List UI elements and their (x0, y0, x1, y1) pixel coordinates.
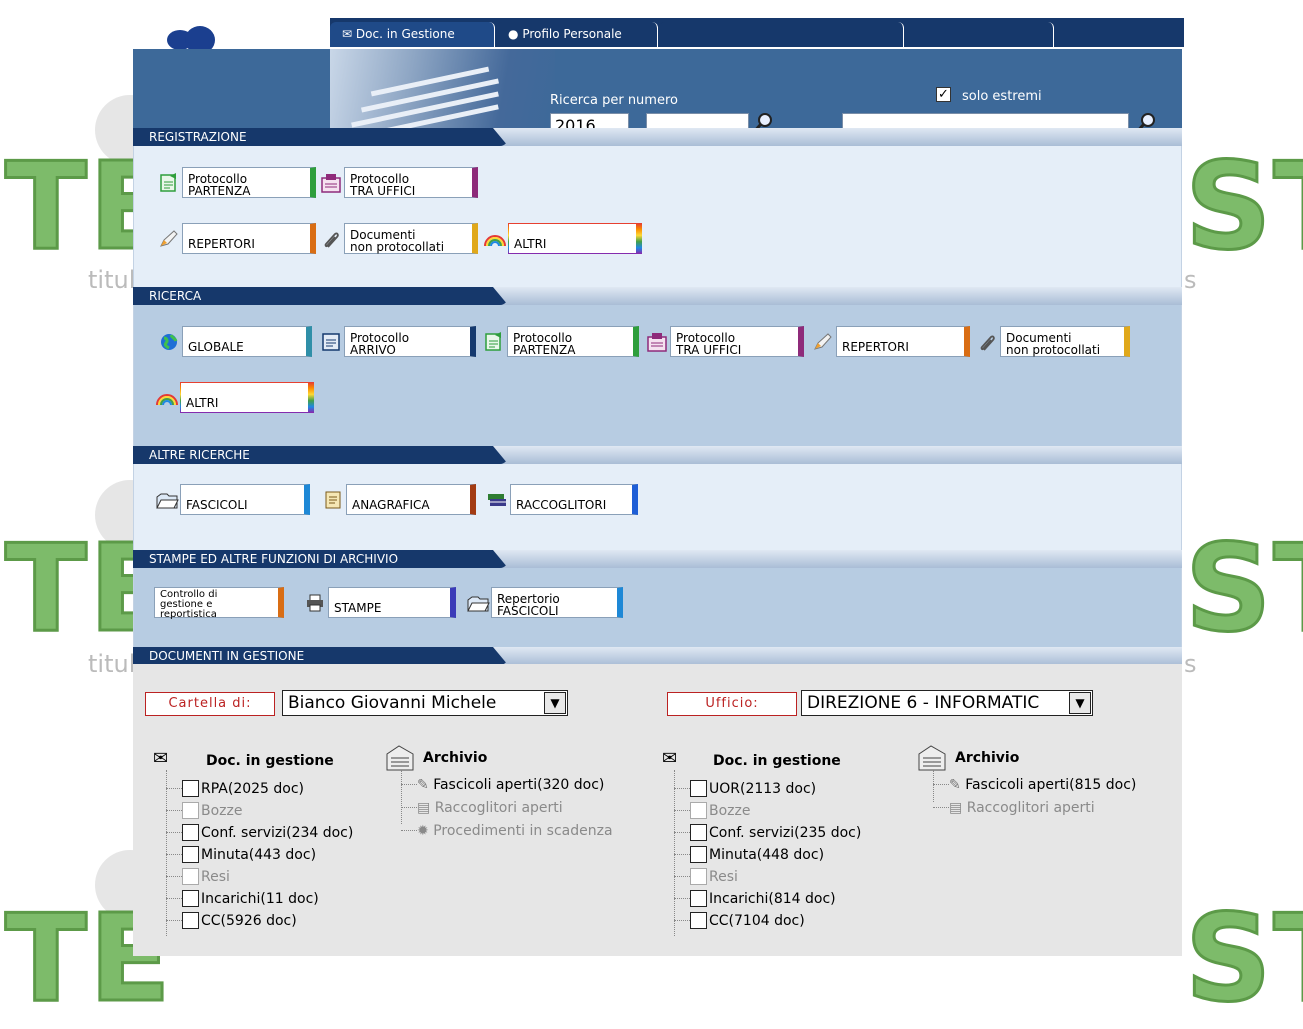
pencil-icon (156, 223, 182, 254)
binder-icon: ▤ (949, 800, 963, 816)
section-header-altre-ricerche: ALTRE RICERCHE (133, 446, 1182, 464)
cartella-label: Cartella di: (145, 692, 275, 716)
section-header-ricerca: RICERCA (133, 287, 1182, 305)
tab-empty-2[interactable] (905, 22, 1054, 47)
ricerca-fascicoli-button[interactable]: FASCICOLI (154, 484, 310, 515)
doc-out-icon (156, 167, 182, 198)
archive-icon (386, 745, 414, 771)
gear-icon: ✹ (417, 823, 429, 839)
ricerca-globale-button[interactable]: GLOBALE (156, 326, 312, 357)
folder-icon (465, 587, 491, 618)
ricerca-documenti-non-protocollati-button[interactable]: Documenti non protocollati (974, 326, 1130, 357)
doc-in-icon (318, 326, 344, 357)
solo-estremi-checkbox[interactable]: ✓ (936, 87, 951, 102)
section-altre-ricerche: FASCICOLI ANAGRAFICA RACCOGLITORI (133, 464, 1182, 550)
ufficio-item-incarichi[interactable]: Incarichi(814 doc) (674, 889, 836, 909)
rainbow-icon (154, 382, 180, 413)
cartella-item-conf-servizi[interactable]: Conf. servizi(234 doc) (166, 823, 353, 843)
ricerca-altri-button[interactable]: ALTRI (154, 382, 314, 413)
doc-internal-icon (644, 326, 670, 357)
ricerca-protocollo-tra-uffici-button[interactable]: Protocollo TRA UFFICI (644, 326, 804, 357)
address-book-icon (320, 484, 346, 515)
cartella-raccoglitori-aperti[interactable]: ▤ Raccoglitori aperti (401, 798, 563, 818)
folder-icon (154, 484, 180, 515)
envelope-icon: ✉ (662, 748, 678, 769)
cartella-item-resi[interactable]: Resi (166, 867, 230, 887)
cartella-item-minuta[interactable]: Minuta(443 doc) (166, 845, 316, 865)
ufficio-item-minuta[interactable]: Minuta(448 doc) (674, 845, 824, 865)
tab-profilo-personale[interactable]: ‎● Profilo Personale (496, 22, 658, 47)
ufficio-fascicoli-aperti[interactable]: ✎ Fascicoli aperti(815 doc) (933, 775, 1136, 795)
cartella-item-bozze[interactable]: Bozze (166, 801, 242, 821)
repertorio-fascicoli-button[interactable]: Repertorio FASCICOLI (465, 587, 623, 618)
registra-altri-button[interactable]: ALTRI (482, 223, 642, 254)
cartella-archivio-heading: Archivio (423, 750, 488, 766)
section-stampe: Controllo di gestione e reportistica STAM… (133, 568, 1182, 650)
ricerca-protocollo-arrivo-button[interactable]: Protocollo ARRIVO (318, 326, 476, 357)
ricerca-protocollo-partenza-button[interactable]: Protocollo PARTENZA (481, 326, 639, 357)
section-header-stampe: STAMPE ED ALTRE FUNZIONI DI ARCHIVIO (133, 550, 1182, 568)
binder-icon: ▤ (417, 800, 431, 816)
solo-estremi-label: solo estremi (962, 89, 1042, 104)
section-ricerca: GLOBALE Protocollo ARRIVO Protocollo PARTE… (133, 305, 1182, 446)
registra-repertori-button[interactable]: REPERTORI (156, 223, 316, 254)
ufficio-item-cc[interactable]: CC(7104 doc) (674, 911, 805, 931)
binder-icon (484, 484, 510, 515)
chevron-down-icon[interactable]: ▼ (544, 692, 566, 714)
doc-internal-icon (318, 167, 344, 198)
paperclip-icon (318, 223, 344, 254)
cartella-select[interactable]: Bianco Giovanni Michele ▼ (282, 690, 568, 716)
cartella-item-cc[interactable]: CC(5926 doc) (166, 911, 297, 931)
cartella-doc-heading: Doc. in gestione (206, 753, 334, 769)
section-header-documenti: DOCUMENTI IN GESTIONE (133, 647, 1182, 665)
doc-out-icon (481, 326, 507, 357)
tab-doc-in-gestione[interactable]: ✉ Doc. in Gestione (330, 22, 495, 47)
ufficio-item-bozze[interactable]: Bozze (674, 801, 750, 821)
ufficio-item-conf-servizi[interactable]: Conf. servizi(235 doc) (674, 823, 861, 843)
section-registrazione: Protocollo PARTENZA Protocollo TRA UFFICI … (133, 146, 1182, 287)
ufficio-item-uor[interactable]: UOR(2113 doc) (674, 779, 816, 799)
chevron-down-icon[interactable]: ▼ (1069, 692, 1091, 714)
registra-partenza-button[interactable]: Protocollo PARTENZA (156, 167, 316, 198)
search-number-label: Ricerca per numero (550, 93, 678, 108)
section-documenti-in-gestione: Cartella di: Bianco Giovanni Michele ▼ U… (133, 664, 1182, 956)
ricerca-raccoglitori-button[interactable]: RACCOGLITORI (484, 484, 638, 515)
envelope-icon: ✉ (153, 748, 169, 769)
ufficio-label: Ufficio: (667, 692, 797, 716)
envelope-icon: ✉ (342, 27, 353, 41)
globe-icon (156, 326, 182, 357)
titulus-app: titulus ✉ Doc. in Gestione ‎● Profilo Pe… (133, 16, 1184, 956)
controllo-gestione-button[interactable]: Controllo di gestione e reportistica (154, 587, 284, 619)
ufficio-doc-heading: Doc. in gestione (713, 753, 841, 769)
cartella-procedimenti-scadenza[interactable]: ✹ Procedimenti in scadenza (401, 821, 613, 841)
ufficio-archivio-heading: Archivio (955, 750, 1020, 766)
stampe-button[interactable]: STAMPE (302, 587, 456, 618)
ufficio-raccoglitori-aperti[interactable]: ▤ Raccoglitori aperti (933, 798, 1095, 818)
cartella-fascicoli-aperti[interactable]: ✎ Fascicoli aperti(320 doc) (401, 775, 604, 795)
ricerca-repertori-button[interactable]: REPERTORI (810, 326, 970, 357)
pencil-icon (810, 326, 836, 357)
ufficio-item-resi[interactable]: Resi (674, 867, 738, 887)
ufficio-select[interactable]: DIREZIONE 6 - INFORMATIC ▼ (801, 690, 1093, 716)
cartella-item-rpa[interactable]: RPA(2025 doc) (166, 779, 304, 799)
registra-documenti-non-protocollati-button[interactable]: Documenti non protocollati (318, 223, 478, 254)
section-header-registrazione: REGISTRAZIONE (133, 128, 1182, 146)
archive-icon (918, 745, 946, 771)
folder-icon: ✎ (417, 777, 429, 793)
ricerca-anagrafica-button[interactable]: ANAGRAFICA (320, 484, 476, 515)
cartella-item-incarichi[interactable]: Incarichi(11 doc) (166, 889, 319, 909)
registra-tra-uffici-button[interactable]: Protocollo TRA UFFICI (318, 167, 478, 198)
person-icon: ‎● (508, 27, 519, 41)
paperclip-icon (974, 326, 1000, 357)
folder-icon: ✎ (949, 777, 961, 793)
tab-empty-1[interactable] (659, 22, 904, 47)
tab-bar: ✉ Doc. in Gestione ‎● Profilo Personale (330, 18, 1184, 47)
rainbow-icon (482, 223, 508, 254)
printer-icon (302, 587, 328, 618)
